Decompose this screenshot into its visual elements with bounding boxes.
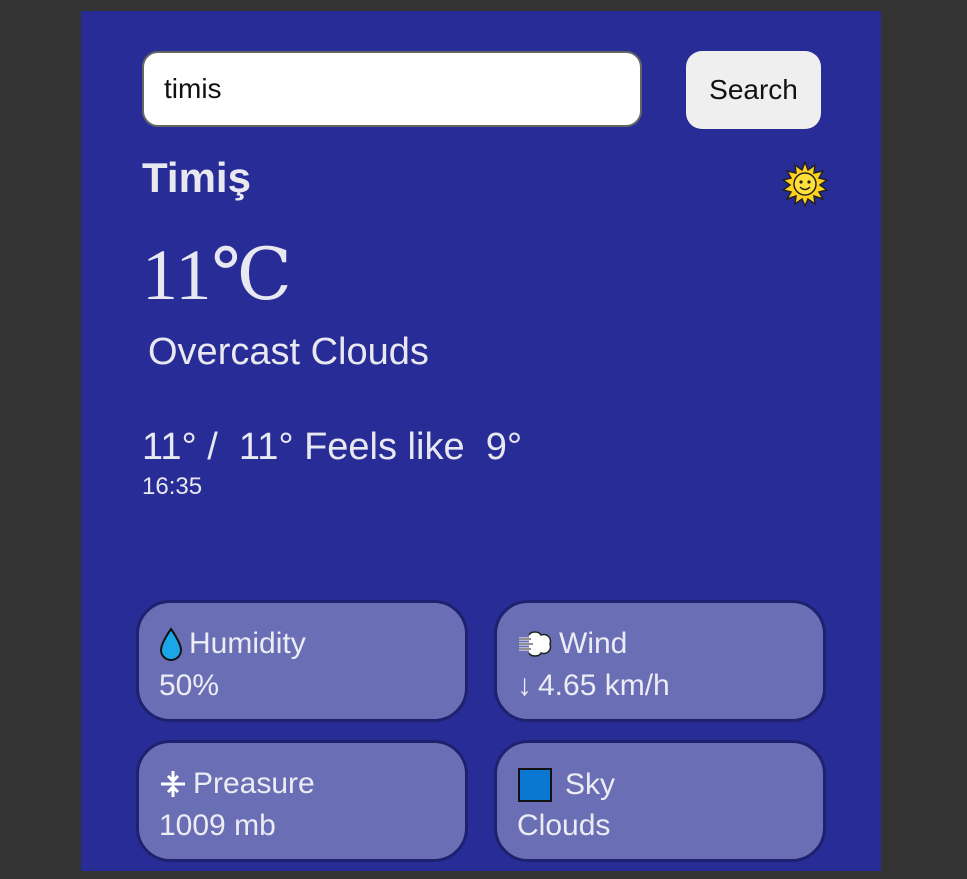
humidity-tile: Humidity 50% [136, 600, 468, 722]
city-name: Timiş [142, 154, 251, 201]
sun-with-face-icon [782, 161, 828, 207]
wind-direction-arrow: ↓ [517, 669, 532, 702]
sky-tile: Sky Clouds [494, 740, 826, 862]
weather-description: Overcast Clouds [148, 331, 429, 373]
humidity-label: Humidity [189, 627, 306, 660]
local-time: 16:35 [142, 473, 203, 500]
wind-tile: Wind ↓ 4.65 km/h [494, 600, 826, 722]
wind-value: 4.65 km/h [538, 669, 670, 702]
sky-label: Sky [565, 768, 616, 801]
pressure-label: Preasure [193, 767, 315, 800]
pressure-value: 1009 mb [159, 809, 276, 842]
droplet-icon [159, 627, 183, 661]
wind-label: Wind [559, 627, 628, 660]
temperature: 11℃ [142, 235, 292, 315]
search-button[interactable]: Search [686, 51, 821, 129]
weather-card: Search Timiş 11℃ Overcast Clouds 11° / 1… [81, 11, 881, 871]
search-input[interactable] [142, 51, 642, 127]
blue-square-icon [518, 768, 552, 802]
wind-icon [519, 631, 552, 657]
sky-value: Clouds [517, 809, 611, 842]
pressure-tile: Preasure 1009 mb [136, 740, 468, 862]
pressure-icon [161, 771, 185, 797]
min-max-feels-like: 11° / 11° Feels like 9° [142, 426, 523, 468]
humidity-value: 50% [159, 669, 220, 702]
